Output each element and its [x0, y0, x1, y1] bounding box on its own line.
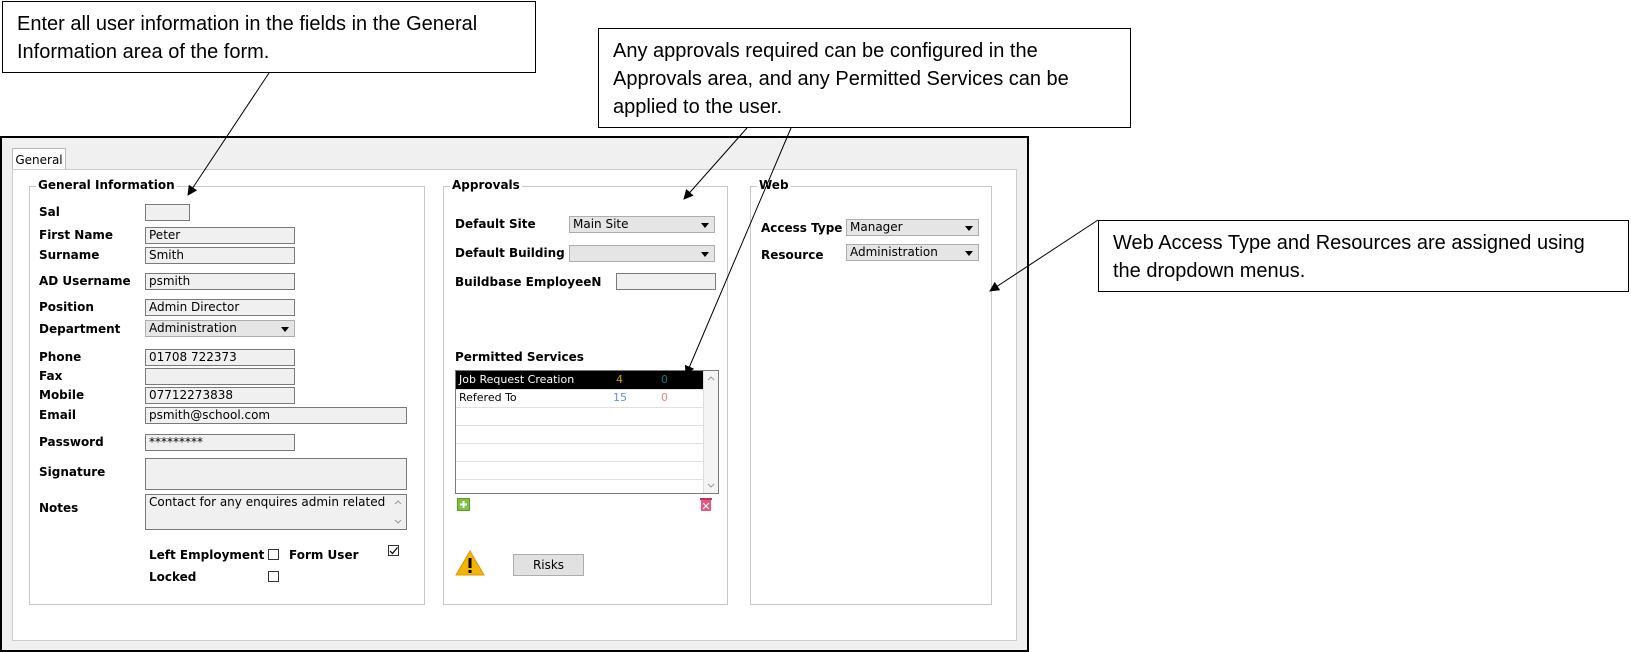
callout-arrows	[187, 72, 1099, 376]
arrow-to-general-information	[187, 72, 270, 196]
arrow-to-web	[989, 219, 1099, 292]
arrow-to-permitted-services	[684, 127, 792, 376]
arrow-to-approvals	[683, 127, 748, 200]
